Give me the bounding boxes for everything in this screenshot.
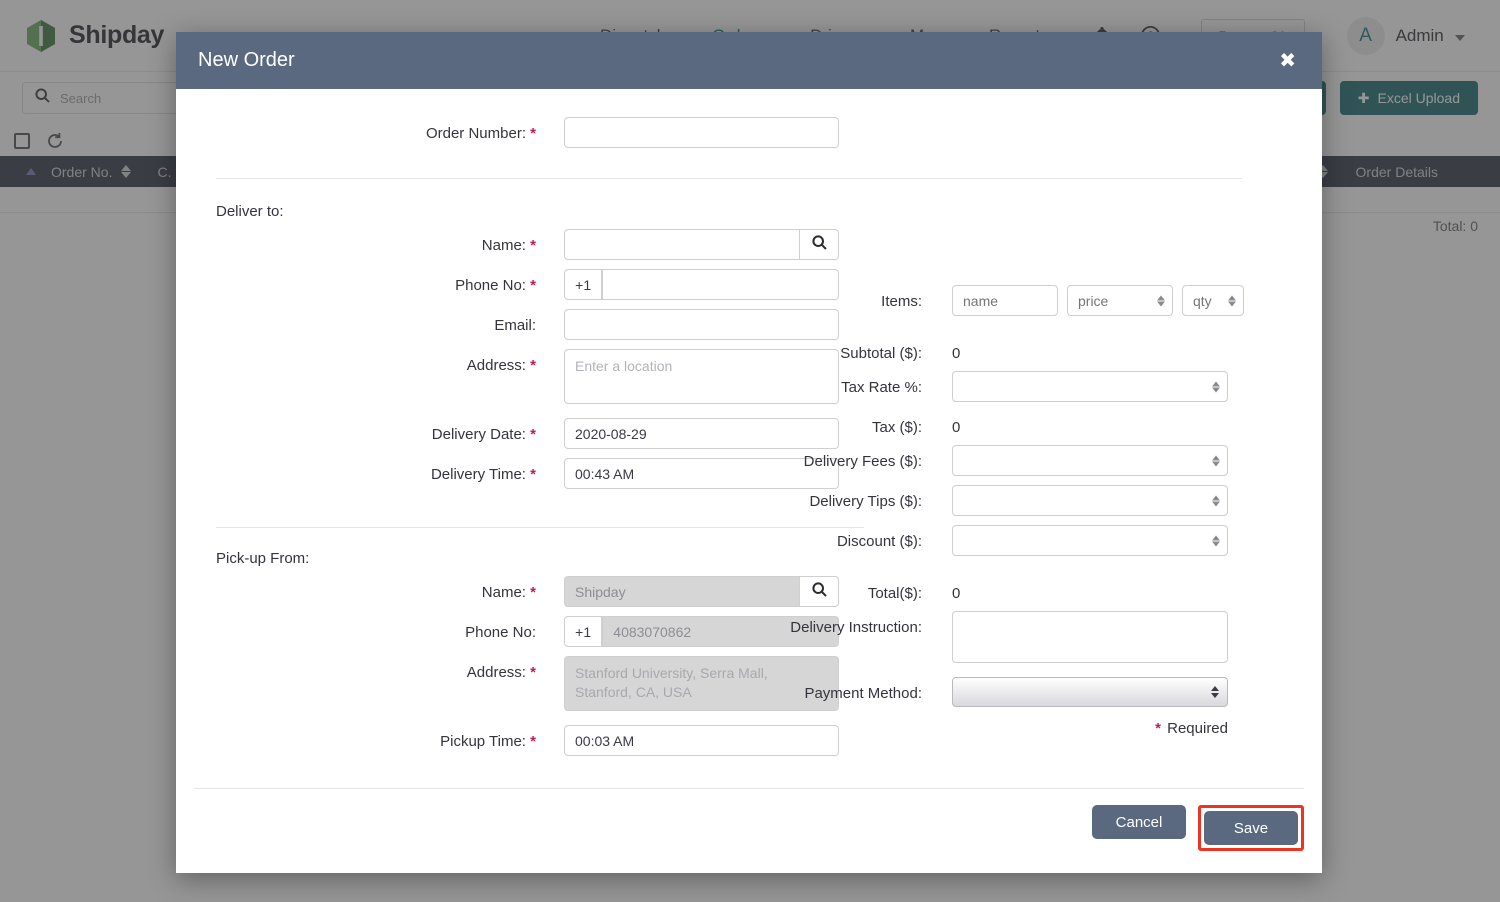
deliver-to-section-label: Deliver to: <box>216 203 1304 220</box>
required-marker: * <box>530 237 536 254</box>
field-total: Total($): 0 <box>772 577 1302 602</box>
field-subtotal: Subtotal ($): 0 <box>772 337 1302 362</box>
pickup-phone-label: Phone No: <box>194 616 564 641</box>
tax-rate-label: Tax Rate %: <box>772 371 952 396</box>
required-note: * Required <box>772 720 1228 737</box>
tax-label: Tax ($): <box>772 411 952 436</box>
payment-method-select[interactable] <box>952 677 1228 707</box>
field-deliver-name: Name: * <box>194 229 1304 260</box>
deliver-phone-label: Phone No: * <box>194 269 564 294</box>
items-label: Items: <box>772 285 952 310</box>
pickup-name-input[interactable] <box>564 576 799 607</box>
section-divider-2 <box>216 527 864 528</box>
required-marker: * <box>1155 720 1161 737</box>
pickup-phone-country-code[interactable]: +1 <box>564 616 602 647</box>
total-label: Total($): <box>772 577 952 602</box>
field-delivery-instruction: Delivery Instruction: <box>772 611 1302 668</box>
delivery-fees-label: Delivery Fees ($): <box>772 445 952 470</box>
deliver-email-label: Email: <box>194 309 564 334</box>
required-marker: * <box>530 664 536 681</box>
delivery-date-label: Delivery Date: * <box>194 418 564 443</box>
order-summary-column: Items: Subtotal ($): 0 <box>772 285 1302 737</box>
order-number-input[interactable] <box>564 117 839 148</box>
deliver-name-search-button[interactable] <box>799 229 839 260</box>
total-value: 0 <box>952 577 960 602</box>
item-name-input[interactable] <box>952 285 1058 316</box>
required-marker: * <box>530 357 536 374</box>
discount-input[interactable] <box>952 525 1228 556</box>
subtotal-label: Subtotal ($): <box>772 337 952 362</box>
save-button[interactable]: Save <box>1204 811 1298 845</box>
field-items: Items: <box>772 285 1302 316</box>
pickup-address-label: Address: * <box>194 656 564 681</box>
required-note-text: Required <box>1167 720 1228 737</box>
field-payment-method: Payment Method: <box>772 677 1302 707</box>
tax-value: 0 <box>952 411 960 436</box>
required-marker: * <box>530 466 536 483</box>
field-order-number: Order Number: * <box>194 117 1304 148</box>
delivery-instruction-label: Delivery Instruction: <box>772 611 952 636</box>
delivery-tips-label: Delivery Tips ($): <box>772 485 952 510</box>
required-marker: * <box>530 584 536 601</box>
delivery-tips-input[interactable] <box>952 485 1228 516</box>
field-tax: Tax ($): 0 <box>772 411 1302 436</box>
payment-method-label: Payment Method: <box>772 677 952 702</box>
delivery-instruction-textarea[interactable] <box>952 611 1228 663</box>
tax-rate-input[interactable] <box>952 371 1228 402</box>
modal-footer: Cancel Save <box>176 788 1322 873</box>
field-tax-rate: Tax Rate %: <box>772 371 1302 402</box>
section-divider-1 <box>216 178 1242 179</box>
subtotal-value: 0 <box>952 337 960 362</box>
deliver-name-label: Name: * <box>194 229 564 254</box>
pickup-name-label: Name: * <box>194 576 564 601</box>
delivery-fees-input[interactable] <box>952 445 1228 476</box>
items-inputs <box>952 285 1244 316</box>
close-icon[interactable]: ✖ <box>1277 47 1298 75</box>
pickup-time-label: Pickup Time: * <box>194 725 564 750</box>
deliver-name-search-group <box>564 229 839 260</box>
item-qty-input[interactable] <box>1182 285 1244 316</box>
deliver-phone-country-code[interactable]: +1 <box>564 269 602 300</box>
discount-label: Discount ($): <box>772 525 952 550</box>
field-delivery-tips: Delivery Tips ($): <box>772 485 1302 516</box>
deliver-name-input[interactable] <box>564 229 799 260</box>
order-number-label: Order Number: * <box>194 117 564 142</box>
required-marker: * <box>530 426 536 443</box>
field-discount: Discount ($): <box>772 525 1302 556</box>
required-marker: * <box>530 125 536 142</box>
footer-buttons: Cancel Save <box>194 789 1304 873</box>
modal-title: New Order <box>198 49 295 72</box>
deliver-address-label: Address: * <box>194 349 564 374</box>
save-button-highlight: Save <box>1198 805 1304 851</box>
delivery-time-label: Delivery Time: * <box>194 458 564 483</box>
required-marker: * <box>530 733 536 750</box>
new-order-modal: New Order ✖ Order Number: * Deliver to: … <box>176 32 1322 873</box>
search-icon <box>812 235 827 255</box>
modal-body: Order Number: * Deliver to: Name: * <box>176 89 1322 788</box>
required-marker: * <box>530 277 536 294</box>
modal-header: New Order ✖ <box>176 32 1322 89</box>
field-delivery-fees: Delivery Fees ($): <box>772 445 1302 476</box>
item-price-input[interactable] <box>1067 285 1173 316</box>
cancel-button[interactable]: Cancel <box>1092 805 1186 839</box>
